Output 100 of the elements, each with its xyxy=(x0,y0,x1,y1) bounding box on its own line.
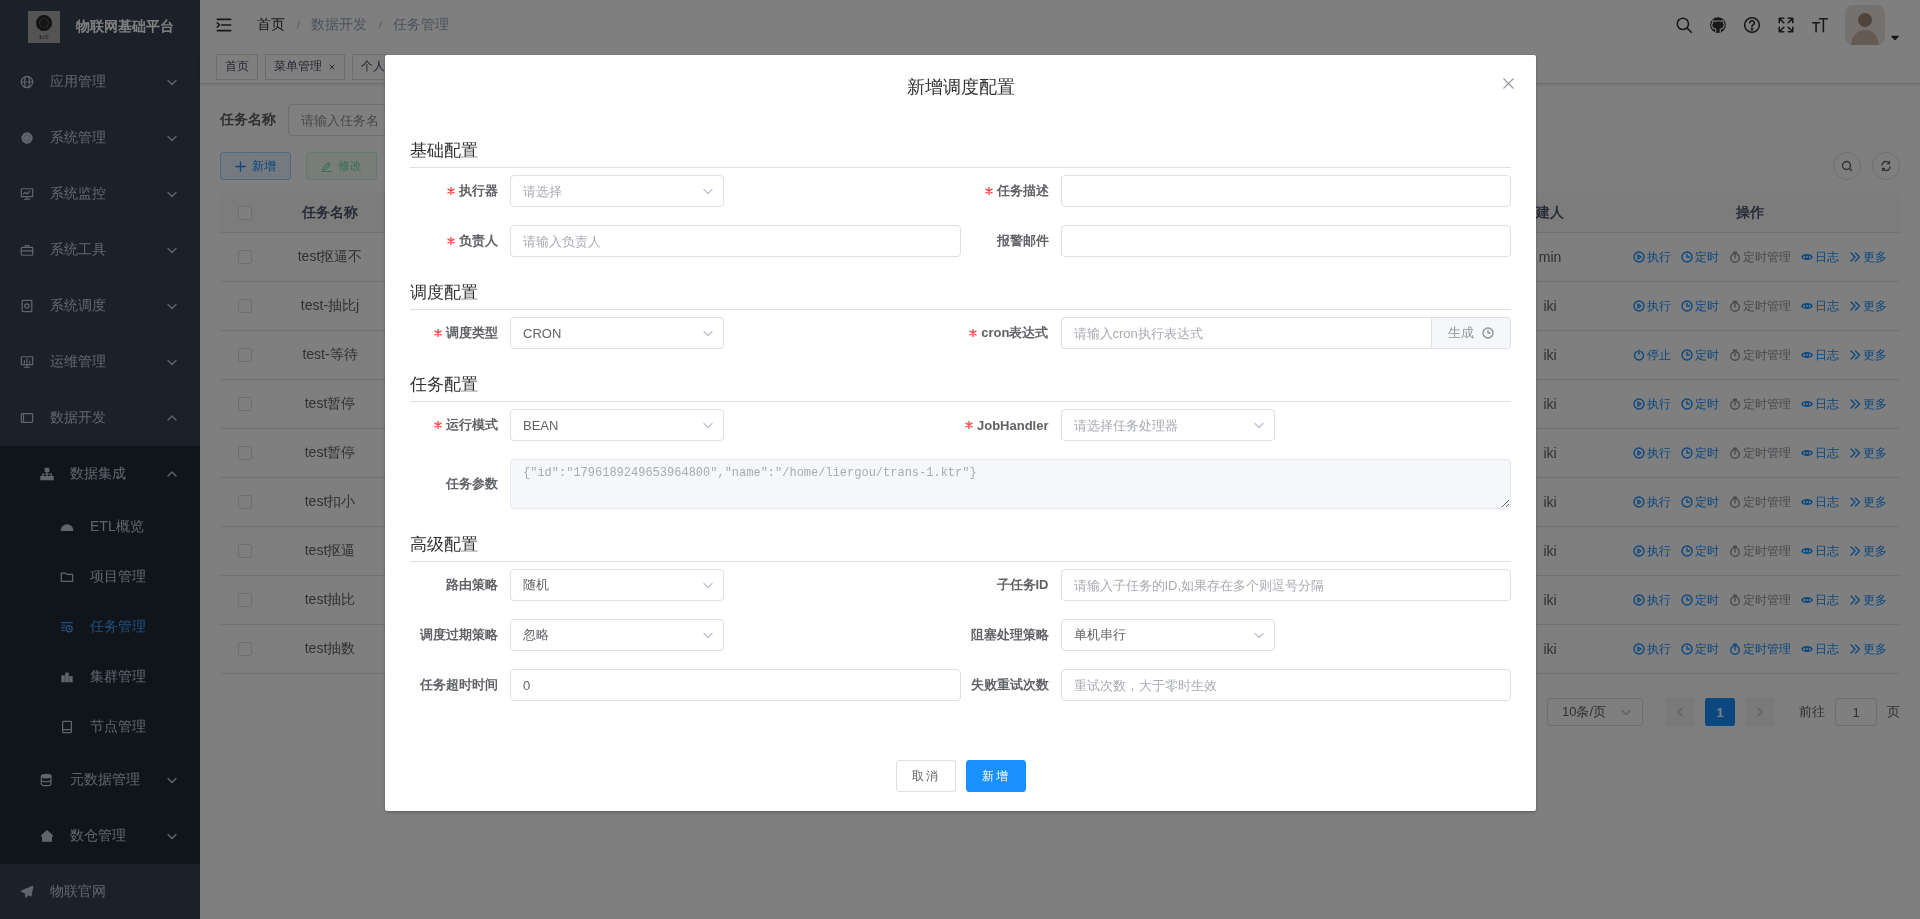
add-button[interactable]: 新增 xyxy=(220,152,291,180)
github-icon[interactable] xyxy=(1709,16,1727,34)
stopwatch-icon xyxy=(1729,594,1741,606)
menu-item[interactable]: ETL概览 xyxy=(0,502,200,552)
page-size-select[interactable]: 10条/页 xyxy=(1547,698,1643,726)
action-link[interactable]: 执行 xyxy=(1633,444,1671,462)
menu-item[interactable]: 数据集成 xyxy=(0,446,200,502)
house-icon xyxy=(40,829,54,843)
search-icon[interactable] xyxy=(1833,152,1861,180)
select-field[interactable]: CRON xyxy=(510,317,724,349)
menu-item[interactable]: 数据开发 xyxy=(0,390,200,446)
input-field[interactable]: 请输入负责人 xyxy=(510,225,961,257)
menu-item[interactable]: 节点管理 xyxy=(0,702,200,752)
double-chevron-icon xyxy=(1849,349,1861,361)
action-link[interactable]: 执行 xyxy=(1633,640,1671,658)
help-icon[interactable] xyxy=(1743,16,1761,34)
refresh-icon[interactable] xyxy=(1872,152,1900,180)
action-link[interactable]: 执行 xyxy=(1633,542,1671,560)
input-field[interactable]: 重试次数，大于零时生效 xyxy=(1060,669,1511,701)
input-field[interactable]: 请输入cron执行表达式 xyxy=(1060,317,1431,349)
action-link[interactable]: 执行 xyxy=(1633,395,1671,413)
input-field[interactable] xyxy=(1060,175,1511,207)
action-link[interactable]: 更多 xyxy=(1849,591,1887,609)
menu-item[interactable]: 项目管理 xyxy=(0,552,200,602)
action-link[interactable]: 停止 xyxy=(1633,346,1671,364)
action-link[interactable]: 日志 xyxy=(1801,591,1839,609)
double-chevron-icon xyxy=(1849,594,1861,606)
menu-item[interactable]: 数仓管理 xyxy=(0,808,200,864)
eye-icon xyxy=(1801,398,1813,410)
action-link[interactable]: 更多 xyxy=(1849,444,1887,462)
field-label: 任务超时时间 xyxy=(420,676,498,694)
action-link[interactable]: 定时 xyxy=(1681,395,1719,413)
action-link[interactable]: 定时 xyxy=(1681,493,1719,511)
menu-icon[interactable] xyxy=(215,16,233,34)
table-cell: test抽比 xyxy=(304,591,356,609)
action-link[interactable]: 日志 xyxy=(1801,444,1839,462)
action-link[interactable]: 执行 xyxy=(1633,248,1671,266)
select-field[interactable]: 忽略 xyxy=(510,619,724,651)
action-link[interactable]: 定时 xyxy=(1681,640,1719,658)
table-cell: test-等待 xyxy=(302,346,358,364)
menu-item[interactable]: 系统工具 xyxy=(0,222,200,278)
avatar-icon[interactable] xyxy=(1845,5,1885,45)
generate-button[interactable]: 生成 xyxy=(1431,317,1511,349)
action-link[interactable]: 日志 xyxy=(1801,395,1839,413)
menu-item[interactable]: 系统调度 xyxy=(0,278,200,334)
select-field[interactable]: 请选择任务处理器 xyxy=(1060,409,1275,441)
screen-icon xyxy=(20,355,34,369)
submit-button[interactable]: 新增 xyxy=(965,760,1026,792)
caret-icon[interactable] xyxy=(1890,33,1900,43)
action-link[interactable]: 日志 xyxy=(1801,640,1839,658)
action-link[interactable]: 定时 xyxy=(1681,591,1719,609)
cancel-button[interactable]: 取消 xyxy=(895,760,956,792)
input-field[interactable]: 0 xyxy=(510,669,961,701)
action-link[interactable]: 日志 xyxy=(1801,297,1839,315)
action-link[interactable]: 更多 xyxy=(1849,493,1887,511)
action-link[interactable]: 定时 xyxy=(1681,444,1719,462)
tab[interactable]: 菜单管理 xyxy=(265,53,345,80)
action-link[interactable]: 定时 xyxy=(1681,542,1719,560)
font-size-icon[interactable] xyxy=(1811,16,1829,34)
action-link[interactable]: 定时 xyxy=(1681,297,1719,315)
select-field[interactable]: BEAN xyxy=(510,409,724,441)
select-field[interactable]: 请选择 xyxy=(510,175,724,207)
clock-icon xyxy=(1681,643,1693,655)
tab[interactable]: 首页 xyxy=(216,53,258,80)
action-link[interactable]: 执行 xyxy=(1633,591,1671,609)
action-link[interactable]: 日志 xyxy=(1801,346,1839,364)
menu-item[interactable]: 集群管理 xyxy=(0,652,200,702)
select-field[interactable]: 单机串行 xyxy=(1060,619,1275,651)
menu-item[interactable]: 系统监控 xyxy=(0,166,200,222)
action-link[interactable]: 更多 xyxy=(1849,297,1887,315)
input-field[interactable] xyxy=(1060,225,1511,257)
page-input[interactable]: 1 xyxy=(1835,698,1877,726)
action-link[interactable]: 日志 xyxy=(1801,542,1839,560)
select-field[interactable]: 随机 xyxy=(510,569,724,601)
fullscreen-icon[interactable] xyxy=(1777,16,1795,34)
action-link[interactable]: 定时管理 xyxy=(1729,640,1791,658)
action-link[interactable]: 定时 xyxy=(1681,248,1719,266)
close-icon[interactable] xyxy=(1502,77,1515,90)
breadcrumb-item[interactable]: 首页 xyxy=(257,16,285,34)
menu-item[interactable]: 元数据管理 xyxy=(0,752,200,808)
action-link[interactable]: 执行 xyxy=(1633,297,1671,315)
close-icon[interactable] xyxy=(328,62,336,71)
field-label: 执行器 xyxy=(459,182,498,200)
menu-item[interactable]: 任务管理 xyxy=(0,602,200,652)
action-link[interactable]: 日志 xyxy=(1801,493,1839,511)
action-link[interactable]: 更多 xyxy=(1849,542,1887,560)
action-link[interactable]: 更多 xyxy=(1849,640,1887,658)
input-field[interactable]: 请输入子任务的ID,如果存在多个则逗号分隔 xyxy=(1060,569,1511,601)
menu-item[interactable]: 物联官网 xyxy=(0,864,200,919)
action-link[interactable]: 日志 xyxy=(1801,248,1839,266)
page-button[interactable]: 1 xyxy=(1705,698,1735,726)
search-icon[interactable] xyxy=(1675,16,1693,34)
action-link[interactable]: 执行 xyxy=(1633,493,1671,511)
action-link[interactable]: 更多 xyxy=(1849,346,1887,364)
database-icon xyxy=(40,773,54,787)
field-label: 任务名称 xyxy=(220,111,276,129)
action-link[interactable]: 更多 xyxy=(1849,395,1887,413)
tab[interactable]: 个人 xyxy=(352,53,386,80)
action-link[interactable]: 更多 xyxy=(1849,248,1887,266)
action-link[interactable]: 定时 xyxy=(1681,346,1719,364)
